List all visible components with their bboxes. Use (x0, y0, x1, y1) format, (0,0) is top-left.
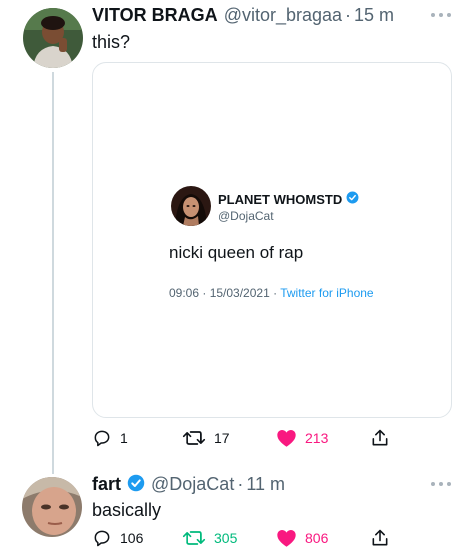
tweet2-separator: · (237, 474, 244, 494)
tweet2-author-name[interactable]: fart (92, 474, 121, 495)
verified-badge-icon (127, 474, 145, 497)
heart-icon (276, 528, 305, 548)
tweet1-share-button[interactable] (370, 428, 398, 448)
tweet2-time[interactable]: 11 m (246, 474, 285, 495)
retweet-icon (182, 528, 214, 548)
reply-icon (92, 428, 120, 448)
thread-line (52, 72, 54, 474)
avatar-doja[interactable] (22, 477, 82, 537)
tweet2-like-button[interactable]: 806 (276, 528, 328, 548)
tweet2-reply-button[interactable]: 106 (92, 528, 143, 548)
tweet2-author-handle[interactable]: @DojaCat (151, 474, 234, 495)
more-dots-icon[interactable] (431, 481, 451, 487)
tweet1-time[interactable]: 15 m (354, 5, 394, 26)
tweet1-reply-count: 1 (120, 430, 128, 446)
tweet1-header: VITOR BRAGA @vitor_bragaa · 15 m (92, 5, 394, 26)
verified-badge-icon (346, 191, 359, 207)
tweet2-text: basically (92, 500, 162, 520)
heart-icon (276, 428, 305, 448)
tweet1-like-count: 213 (305, 430, 329, 446)
more-dots-icon[interactable] (431, 12, 451, 18)
tweet2-retweet-count: 305 (214, 530, 238, 546)
tweet1-author-handle[interactable]: @vitor_bragaa (224, 5, 342, 26)
reply-icon (92, 528, 120, 548)
quoted-source[interactable]: Twitter for iPhone (280, 286, 373, 300)
tweet1-retweet-count: 17 (214, 430, 230, 446)
tweet1-reply-button[interactable]: 1 (92, 428, 128, 448)
tweet2-reply-count: 106 (120, 530, 144, 546)
retweet-icon (182, 428, 214, 448)
quoted-author-handle[interactable]: @DojaCat (218, 209, 274, 223)
tweet1-separator: · (345, 5, 352, 25)
tweet1-author-name[interactable]: VITOR BRAGA (92, 5, 218, 26)
quoted-tweet-text: nicki queen of rap (169, 243, 304, 262)
tweet2-header: fart @DojaCat · 11 m (92, 474, 285, 497)
tweet2-like-count: 806 (305, 530, 329, 546)
tweet2-share-button[interactable] (370, 528, 398, 548)
quoted-tweet-meta: 09:06 · 15/03/2021 · Twitter for iPhone (169, 286, 374, 300)
avatar-vitor[interactable] (23, 8, 83, 68)
quoted-tweet-card[interactable]: PLANET WHOMSTD @DojaCat nicki queen of r… (92, 62, 452, 418)
quoted-timestamp[interactable]: 09:06 · 15/03/2021 · (169, 286, 277, 300)
quoted-avatar[interactable] (171, 186, 211, 226)
tweet1-retweet-button[interactable]: 17 (182, 428, 230, 448)
quoted-author-name-row: PLANET WHOMSTD (218, 191, 359, 207)
quoted-author-name[interactable]: PLANET WHOMSTD (218, 192, 342, 207)
share-icon (370, 428, 398, 448)
tweet2-retweet-button[interactable]: 305 (182, 528, 237, 548)
tweet1-like-button[interactable]: 213 (276, 428, 328, 448)
share-icon (370, 528, 398, 548)
tweet1-text: this? (92, 32, 131, 52)
